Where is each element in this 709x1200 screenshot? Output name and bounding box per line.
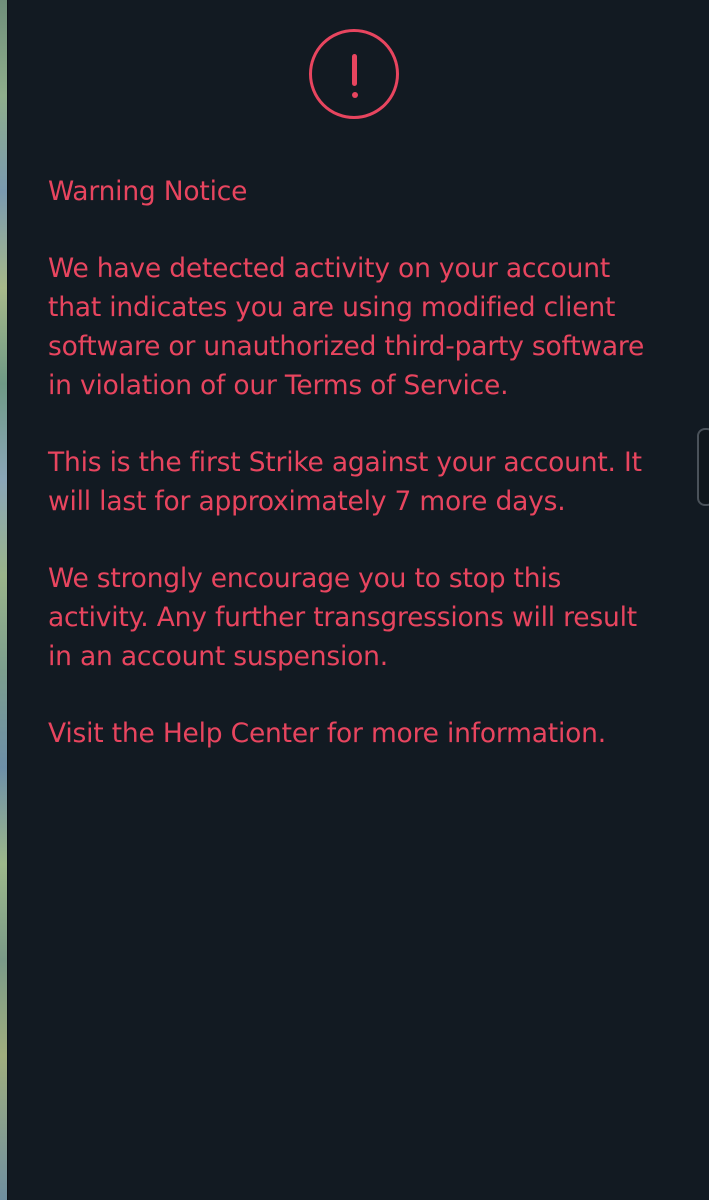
side-button-notch [697,428,709,506]
exclamation-bar [352,54,357,86]
help-center-link[interactable]: Help Center [163,718,319,749]
paragraph-1-end: . [500,370,509,401]
panel-edge [7,0,8,1200]
exclamation-dot [351,92,358,98]
paragraph-4-text: Visit the [48,718,163,749]
notice-paragraph-4: Visit the Help Center for more informati… [48,714,668,753]
notice-body: Warning Notice We have detected activity… [48,172,668,791]
notice-paragraph-2: This is the first Strike against your ac… [48,447,642,517]
exclamation-circle-icon [309,29,399,119]
notice-title: Warning Notice [48,176,248,207]
terms-of-service-link[interactable]: Terms of Service [285,370,500,401]
notice-paragraph-3: We strongly encourage you to stop this a… [48,563,637,672]
paragraph-4-end: for more information. [318,718,606,749]
notice-paragraph-1: We have detected activity on your accoun… [48,249,668,405]
warning-screen: Warning Notice We have detected activity… [0,0,709,1200]
background-map-strip [0,0,7,1200]
